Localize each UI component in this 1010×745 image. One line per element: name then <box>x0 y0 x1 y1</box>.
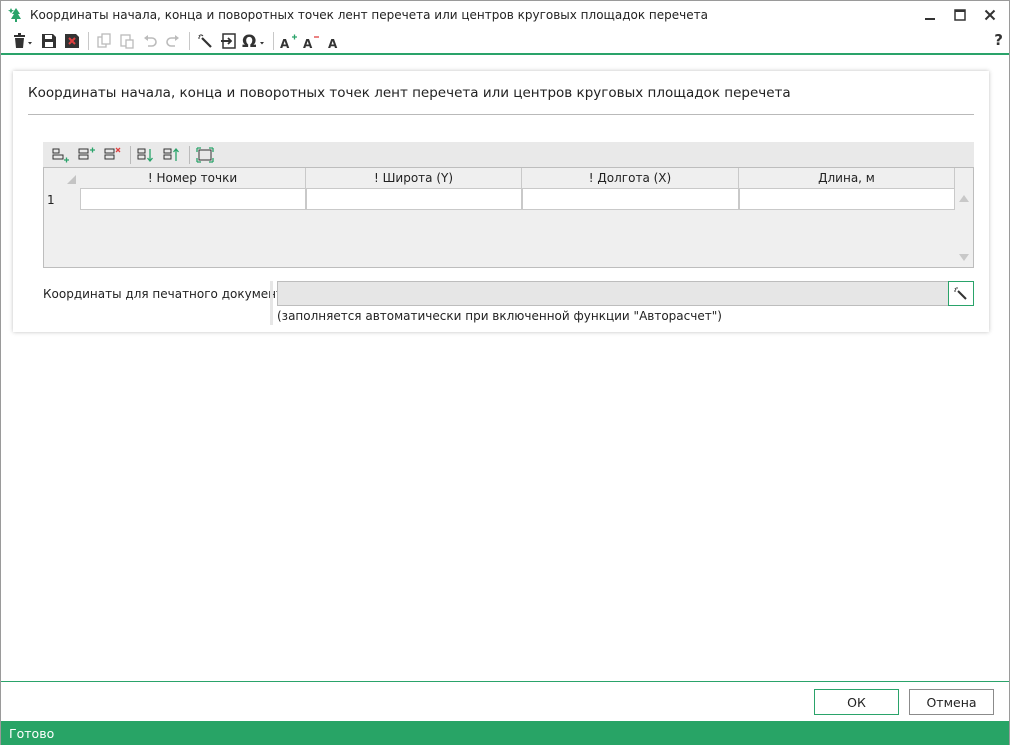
trash-icon <box>14 33 32 48</box>
magic-wand-icon <box>198 34 212 48</box>
toolbar-separator <box>88 32 89 50</box>
app-tree-icon <box>6 5 26 25</box>
cancel-button[interactable]: Отмена <box>909 689 994 715</box>
copy-button[interactable] <box>93 30 115 52</box>
autocalc-field-button[interactable] <box>948 281 974 306</box>
maximize-icon <box>954 9 966 21</box>
dialog-window: Координаты начала, конца и поворотных то… <box>0 0 1010 745</box>
main-toolbar: Ω A A A ? <box>1 29 1009 55</box>
minimize-icon <box>925 18 935 20</box>
row-number: 1 <box>47 192 55 207</box>
fit-icon <box>196 146 214 163</box>
status-text: Готово <box>9 725 55 741</box>
field-divider <box>270 281 273 325</box>
svg-text:Ω: Ω <box>242 32 256 50</box>
save-button[interactable] <box>38 30 60 52</box>
footer-divider <box>1 681 1009 682</box>
font-reset-button[interactable]: A <box>324 30 346 52</box>
save-icon <box>42 34 56 48</box>
font-reset-icon: A <box>328 37 338 49</box>
copy-icon <box>97 33 111 48</box>
insert-row-icon <box>78 147 95 159</box>
grid-toolbar-separator <box>189 145 190 164</box>
cell-length[interactable] <box>739 189 955 210</box>
column-header-longitude[interactable]: ! Долгота (X) <box>522 168 739 189</box>
delete-row-button[interactable] <box>101 145 125 165</box>
column-header-latitude[interactable]: ! Широта (Y) <box>306 168 522 189</box>
grid-header: ! Номер точки ! Широта (Y) ! Долгота (X)… <box>44 168 955 189</box>
fit-columns-button[interactable] <box>193 145 217 165</box>
svg-text:A: A <box>280 37 290 49</box>
panel-title: Координаты начала, конца и поворотных то… <box>28 85 791 101</box>
title-bar: Координаты начала, конца и поворотных то… <box>1 1 1009 29</box>
font-increase-button[interactable]: A <box>278 30 300 52</box>
autocalc-button[interactable] <box>194 30 216 52</box>
omega-icon: Ω <box>242 32 264 50</box>
grid-toolbar-separator <box>130 145 131 164</box>
paste-button[interactable] <box>116 30 138 52</box>
font-increase-icon: A <box>280 34 297 49</box>
redo-button[interactable] <box>162 30 184 52</box>
grid-toolbar <box>43 142 974 167</box>
undo-icon <box>144 35 157 47</box>
print-coordinates-hint: (заполняется автоматически при включенно… <box>277 309 722 323</box>
status-bar: Готово <box>1 721 1009 745</box>
undo-button[interactable] <box>139 30 161 52</box>
add-row-icon <box>52 148 69 162</box>
panel-divider <box>28 114 974 115</box>
column-header-point-number[interactable]: ! Номер точки <box>80 168 306 189</box>
table-row: 1 <box>44 189 955 210</box>
scroll-down-icon[interactable] <box>959 254 969 261</box>
insert-row-button[interactable] <box>75 145 99 165</box>
svg-text:A: A <box>303 37 313 49</box>
grid-scrollbar[interactable] <box>955 168 973 267</box>
move-up-button[interactable] <box>160 145 184 165</box>
close-doc-icon <box>65 34 79 48</box>
special-symbols-button[interactable]: Ω <box>240 30 268 52</box>
print-coordinates-label: Координаты для печатного документа <box>43 287 291 301</box>
window-title: Координаты начала, конца и поворотных то… <box>30 8 708 22</box>
ok-button[interactable]: ОК <box>814 689 899 715</box>
import-button[interactable] <box>217 30 239 52</box>
column-header-length[interactable]: Длина, м <box>739 168 955 189</box>
corner-triangle-icon <box>67 175 76 184</box>
toolbar-separator <box>273 32 274 50</box>
delete-row-icon <box>104 147 121 159</box>
import-icon <box>221 33 236 49</box>
move-up-icon <box>163 147 179 161</box>
coordinates-panel: Координаты начала, конца и поворотных то… <box>13 71 989 332</box>
cell-latitude[interactable] <box>306 189 522 210</box>
font-decrease-button[interactable]: A <box>301 30 323 52</box>
add-row-button[interactable] <box>49 145 73 165</box>
font-decrease-icon: A <box>303 36 319 49</box>
grid-corner <box>44 168 80 189</box>
move-down-button[interactable] <box>134 145 158 165</box>
magic-wand-icon <box>954 286 967 300</box>
svg-text:A: A <box>328 37 338 49</box>
coordinates-grid: ! Номер точки ! Широта (Y) ! Долгота (X)… <box>43 167 974 268</box>
move-down-icon <box>137 148 153 162</box>
print-coordinates-field[interactable] <box>277 281 948 306</box>
help-button[interactable]: ? <box>994 31 1003 49</box>
paste-icon <box>120 34 134 49</box>
minimize-button[interactable] <box>915 3 945 27</box>
scroll-up-icon[interactable] <box>959 195 969 202</box>
save-close-button[interactable] <box>61 30 83 52</box>
close-button[interactable] <box>975 3 1005 27</box>
delete-button[interactable] <box>9 30 37 52</box>
maximize-button[interactable] <box>945 3 975 27</box>
redo-icon <box>166 35 179 47</box>
cell-longitude[interactable] <box>522 189 739 210</box>
toolbar-separator <box>189 32 190 50</box>
cell-point-number[interactable] <box>80 189 306 210</box>
close-icon <box>984 9 996 21</box>
